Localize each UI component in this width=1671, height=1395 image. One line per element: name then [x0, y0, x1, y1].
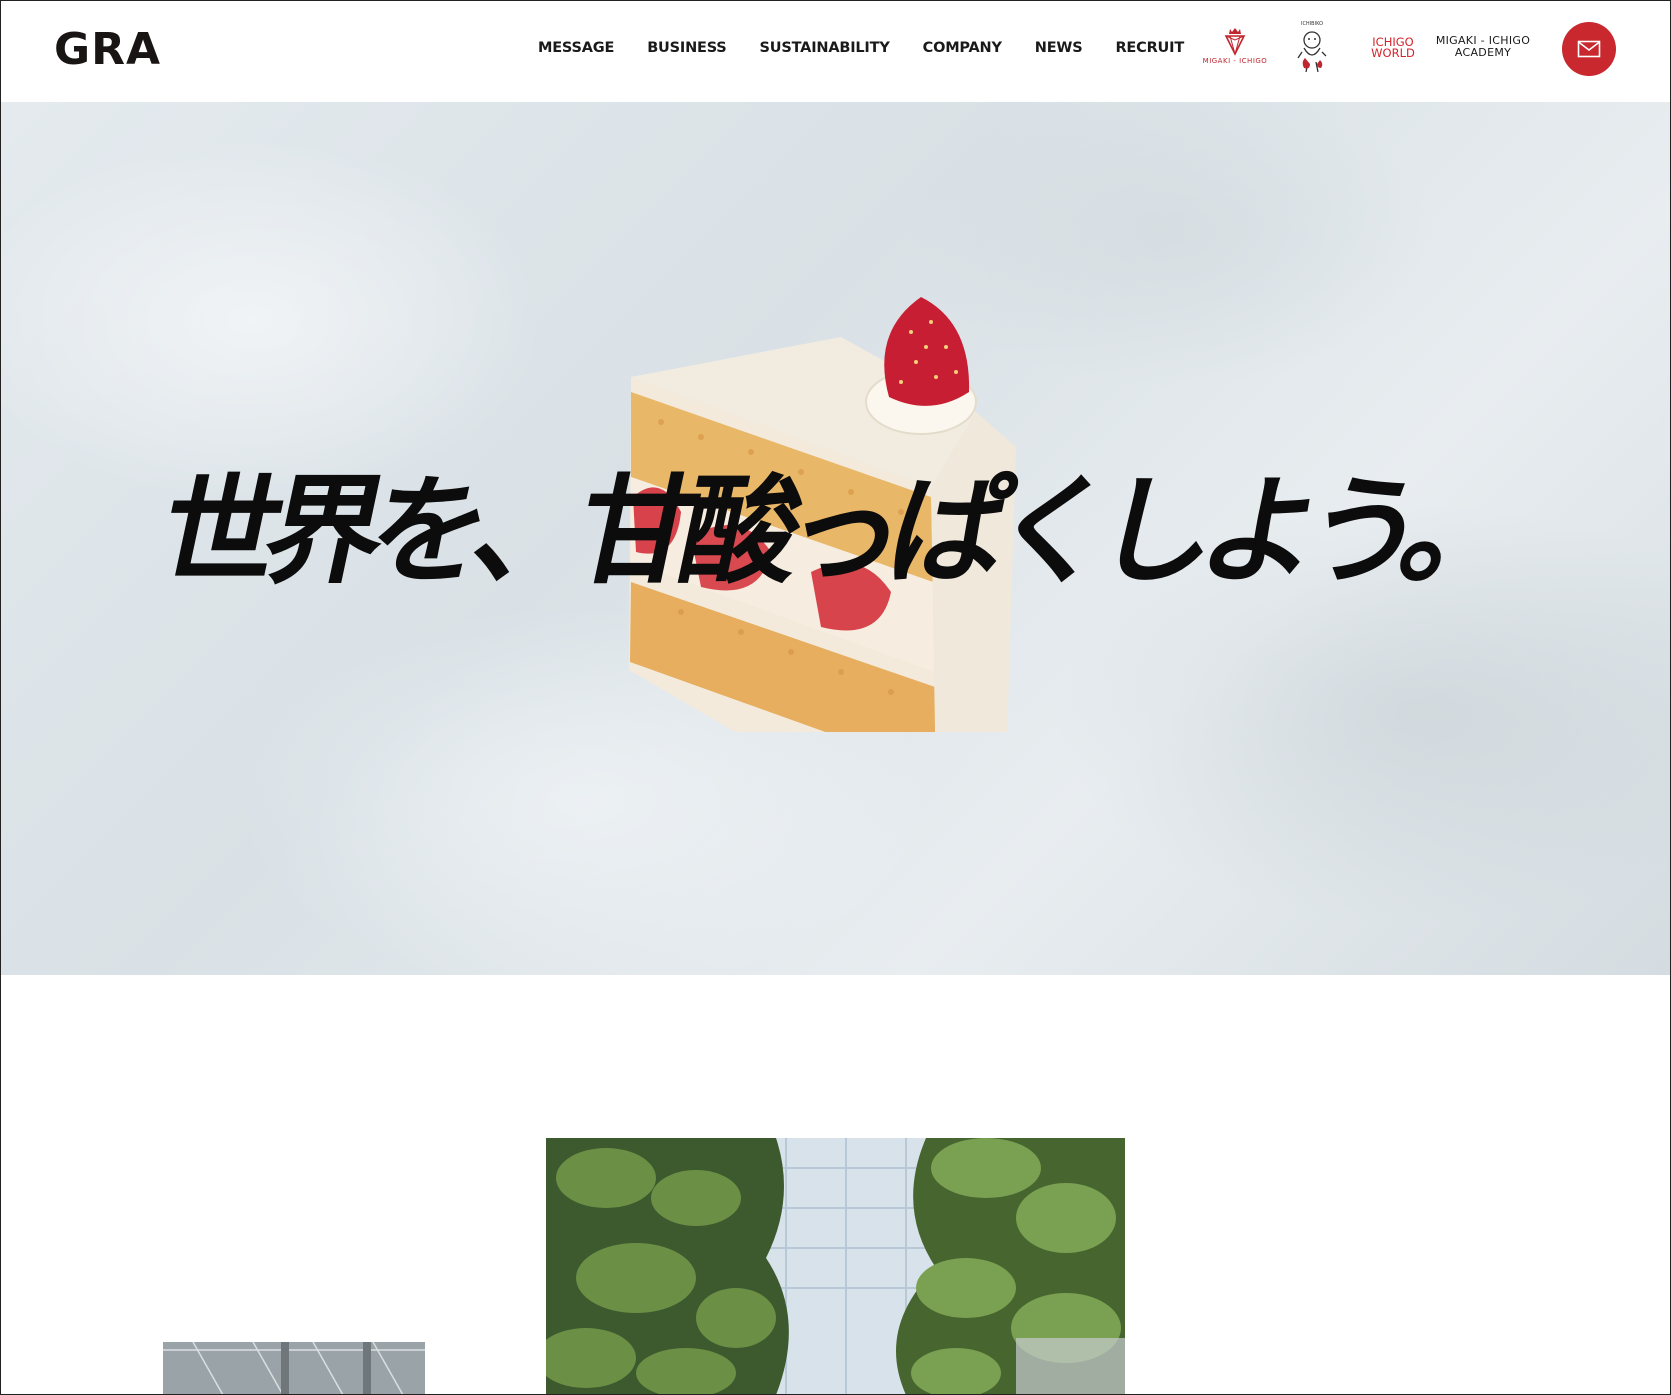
svg-text:ICHIBIKO: ICHIBIKO — [1301, 21, 1323, 27]
hero-section: 世界を、甘酸っぱくしよう。 — [1, 102, 1670, 975]
nav-message[interactable]: MESSAGE — [538, 40, 614, 56]
migaki-ichigo-brand-link[interactable]: MIGAKI - ICHIGO — [1200, 26, 1270, 74]
gra-logo[interactable]: GRA — [54, 24, 161, 75]
diamond-icon — [1224, 28, 1246, 56]
academy-label-line2: ACADEMY — [1454, 46, 1512, 59]
nav-sustainability[interactable]: SUSTAINABILITY — [760, 40, 890, 56]
nav-company[interactable]: COMPANY — [923, 40, 1002, 56]
site-header: GRA MESSAGE BUSINESS SUSTAINABILITY COMP… — [0, 0, 1671, 102]
main-nav: MESSAGE BUSINESS SUSTAINABILITY COMPANY … — [538, 40, 1217, 56]
greenhouse-structure-photo — [163, 1342, 425, 1395]
migaki-ichigo-academy-brand-link[interactable]: MIGAKI - ICHIGO ACADEMY — [1428, 35, 1538, 59]
ichibiko-brand-link[interactable]: ICHIBIKO — [1290, 18, 1334, 78]
nav-news[interactable]: NEWS — [1035, 40, 1083, 56]
ichibiko-mascot-icon: ICHIBIKO — [1297, 21, 1327, 73]
ichigo-world-brand-link[interactable]: ICHIGO WORLD — [1368, 36, 1418, 60]
contact-button[interactable] — [1562, 22, 1616, 76]
nav-recruit[interactable]: RECRUIT — [1115, 40, 1184, 56]
hero-headline: 世界を、甘酸っぱくしよう。 — [148, 462, 1523, 600]
mail-icon — [1577, 40, 1601, 58]
ichigo-world-label-line2: WORLD — [1371, 46, 1415, 60]
greenhouse-structure-image — [163, 1342, 425, 1395]
nav-business[interactable]: BUSINESS — [647, 40, 727, 56]
greenhouse-strawberry-photo — [546, 1138, 1125, 1395]
migaki-ichigo-label: MIGAKI - ICHIGO — [1202, 57, 1268, 65]
greenhouse-image — [546, 1138, 1125, 1395]
